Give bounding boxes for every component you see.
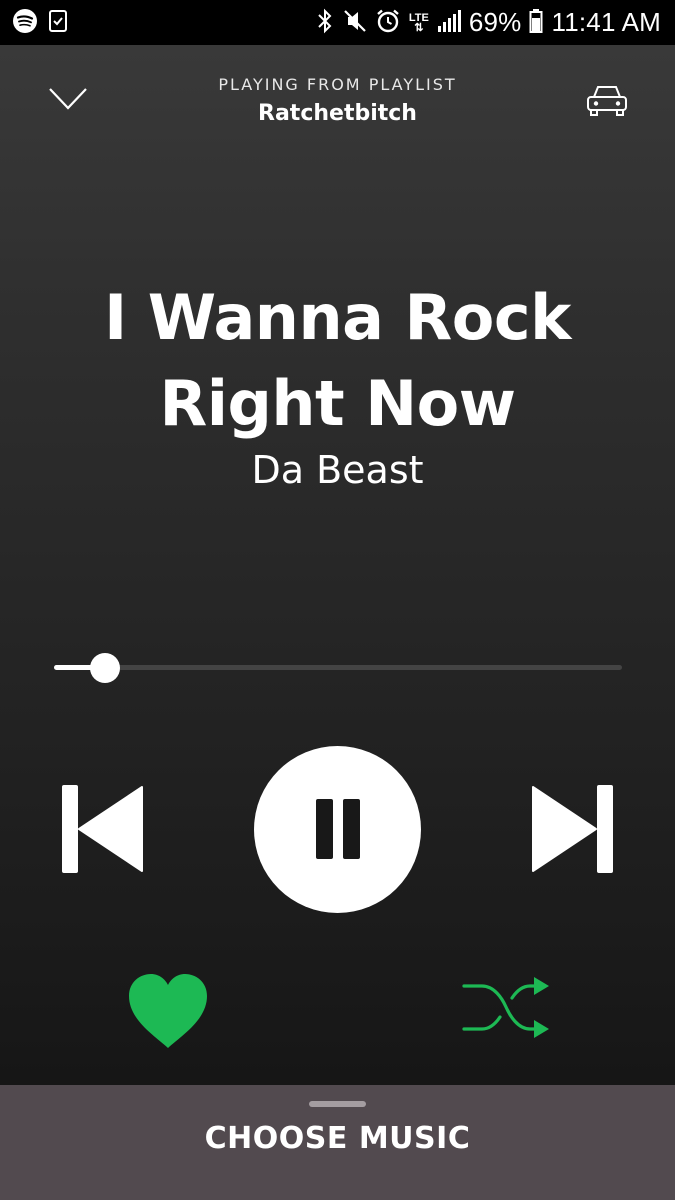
mute-icon [343, 8, 367, 38]
shuffle-button[interactable] [460, 970, 552, 1045]
playlist-name: Ratchetbitch [258, 101, 417, 126]
pause-button[interactable] [254, 746, 421, 913]
skip-previous-icon [62, 785, 143, 873]
alarm-icon [375, 8, 401, 38]
car-icon[interactable] [585, 83, 629, 119]
context-label: PLAYING FROM PLAYLIST [218, 75, 457, 94]
drag-handle[interactable] [309, 1101, 366, 1107]
shuffle-icon [462, 977, 549, 1038]
heart-icon [129, 974, 207, 1048]
player-header: PLAYING FROM PLAYLIST Ratchetbitch [0, 45, 675, 145]
clock: 11:41 AM [551, 7, 661, 37]
clipboard-check-icon [48, 9, 68, 37]
status-right: LTE ⇅ 69% 11:41 AM [315, 7, 661, 38]
track-title: I Wanna Rock Right Now [104, 281, 571, 440]
pause-bar-right [343, 799, 360, 859]
track-artist[interactable]: Da Beast [20, 448, 655, 492]
player-screen: LTE ⇅ 69% 11:41 AM PLAYING FROM PLAYLIST… [0, 0, 675, 1200]
pause-bar-left [316, 799, 333, 859]
spotify-icon [12, 8, 38, 38]
skip-next-button[interactable] [531, 784, 615, 874]
chevron-down-icon[interactable] [48, 87, 88, 111]
bluetooth-icon [315, 8, 335, 38]
status-left [12, 8, 68, 38]
skip-previous-button[interactable] [60, 784, 144, 874]
like-button[interactable] [125, 972, 211, 1052]
status-bar: LTE ⇅ 69% 11:41 AM [0, 0, 675, 45]
lte-label: LTE [408, 11, 429, 24]
lte-icon: LTE ⇅ [408, 11, 429, 34]
skip-next-icon [532, 785, 613, 873]
progress-bar[interactable] [54, 650, 622, 686]
choose-music-label: CHOOSE MUSIC [204, 1121, 471, 1156]
progress-thumb[interactable] [90, 653, 120, 683]
progress-track [54, 665, 622, 670]
battery-icon [529, 8, 543, 38]
choose-music-bar[interactable]: CHOOSE MUSIC [0, 1085, 675, 1200]
battery-percent: 69% [468, 7, 522, 37]
signal-icon [437, 9, 461, 37]
playing-context[interactable]: PLAYING FROM PLAYLIST Ratchetbitch [150, 75, 525, 126]
